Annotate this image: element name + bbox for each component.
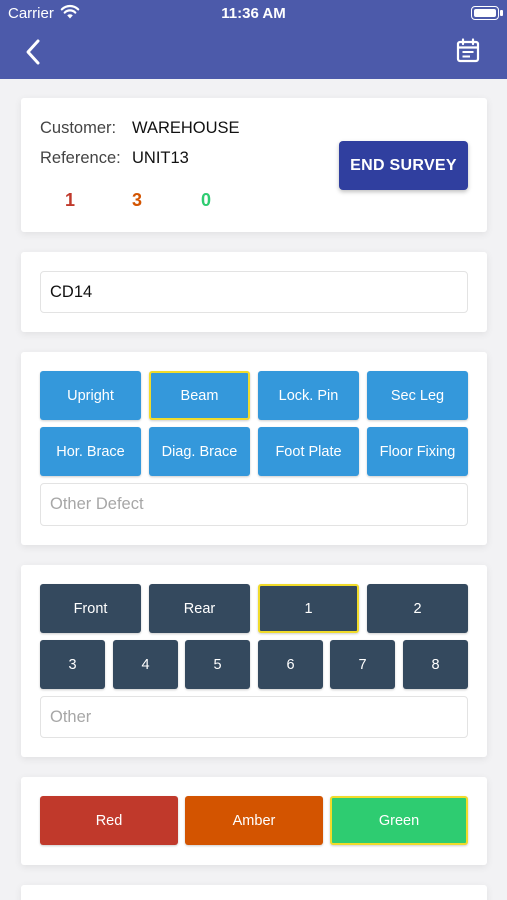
survey-summary-card: Customer: WAREHOUSE Reference: UNIT13 1 3 … bbox=[21, 98, 487, 232]
position-card: Front Rear 1 2 3 4 5 6 7 8 Other bbox=[21, 565, 487, 757]
defect-foot-plate-button[interactable]: Foot Plate bbox=[258, 427, 359, 476]
position-8-button[interactable]: 8 bbox=[403, 640, 468, 689]
customer-row: Customer: WAREHOUSE bbox=[40, 119, 240, 138]
severity-red-button[interactable]: Red bbox=[40, 796, 178, 845]
next-card bbox=[21, 885, 487, 900]
position-rear-button[interactable]: Rear bbox=[149, 584, 250, 633]
status-time: 11:36 AM bbox=[221, 5, 286, 22]
defect-beam-button[interactable]: Beam bbox=[149, 371, 250, 420]
back-chevron-icon[interactable] bbox=[22, 38, 46, 66]
defect-lock-pin-button[interactable]: Lock. Pin bbox=[258, 371, 359, 420]
position-3-button[interactable]: 3 bbox=[40, 640, 105, 689]
position-4-button[interactable]: 4 bbox=[113, 640, 178, 689]
location-input[interactable]: CD14 bbox=[40, 271, 468, 313]
status-bar: Carrier 11:36 AM bbox=[0, 0, 507, 28]
defect-diag-brace-button[interactable]: Diag. Brace bbox=[149, 427, 250, 476]
other-position-input[interactable]: Other bbox=[40, 696, 468, 738]
defect-upright-button[interactable]: Upright bbox=[40, 371, 141, 420]
severity-amber-button[interactable]: Amber bbox=[185, 796, 323, 845]
reference-row: Reference: UNIT13 bbox=[40, 149, 189, 168]
defect-floor-fixing-button[interactable]: Floor Fixing bbox=[367, 427, 468, 476]
customer-label: Customer: bbox=[40, 119, 117, 137]
defect-sec-leg-button[interactable]: Sec Leg bbox=[367, 371, 468, 420]
position-1-button[interactable]: 1 bbox=[258, 584, 359, 633]
reference-label: Reference: bbox=[40, 149, 121, 167]
reference-value: UNIT13 bbox=[132, 149, 189, 167]
app-header: Carrier 11:36 AM bbox=[0, 0, 507, 79]
red-count: 1 bbox=[65, 190, 76, 210]
position-2-button[interactable]: 2 bbox=[367, 584, 468, 633]
other-defect-input[interactable]: Other Defect bbox=[40, 483, 468, 526]
severity-card: Red Amber Green bbox=[21, 777, 487, 865]
defect-hor-brace-button[interactable]: Hor. Brace bbox=[40, 427, 141, 476]
position-7-button[interactable]: 7 bbox=[330, 640, 395, 689]
position-5-button[interactable]: 5 bbox=[185, 640, 250, 689]
severity-green-button[interactable]: Green bbox=[330, 796, 468, 845]
green-count: 0 bbox=[201, 190, 212, 210]
battery-icon bbox=[471, 6, 503, 20]
defect-type-card: Upright Beam Lock. Pin Sec Leg Hor. Brac… bbox=[21, 352, 487, 545]
amber-count: 3 bbox=[132, 190, 143, 210]
end-survey-button[interactable]: END SURVEY bbox=[339, 141, 468, 190]
calendar-icon[interactable] bbox=[455, 38, 481, 64]
customer-value: WAREHOUSE bbox=[132, 119, 240, 137]
position-6-button[interactable]: 6 bbox=[258, 640, 323, 689]
position-front-button[interactable]: Front bbox=[40, 584, 141, 633]
location-card: CD14 bbox=[21, 252, 487, 332]
